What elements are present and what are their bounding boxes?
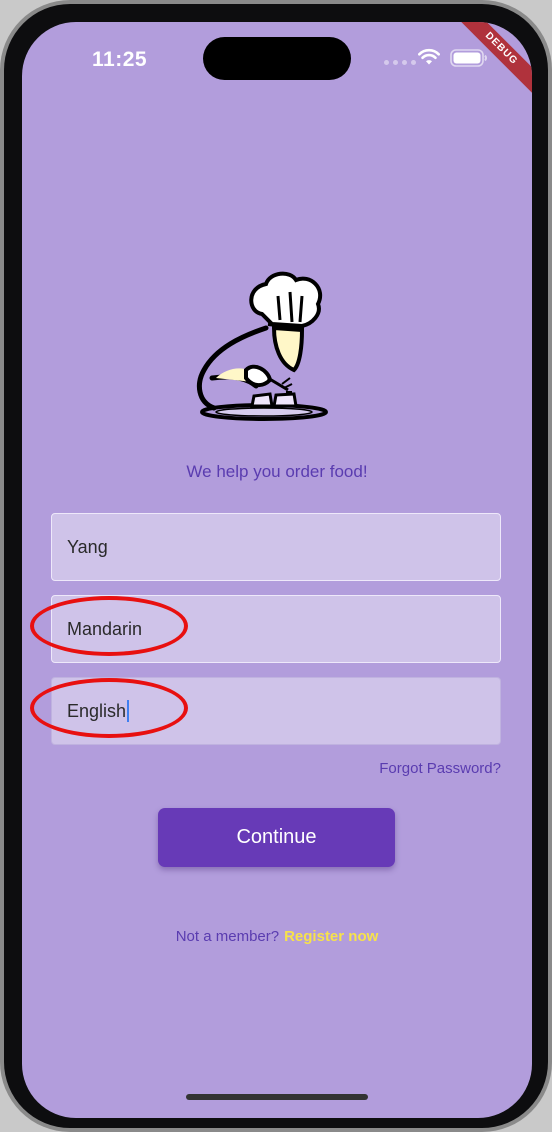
red-circle-annotation — [30, 678, 188, 738]
red-circle-annotation — [30, 596, 188, 656]
dynamic-island — [203, 37, 351, 80]
device-frame: 11:25 DEBUG We help you order food! Yang… — [0, 0, 552, 1132]
continue-button[interactable]: Continue — [158, 808, 395, 867]
device-bezel: 11:25 DEBUG We help you order food! Yang… — [4, 4, 548, 1128]
chef-plating-food-icon — [196, 271, 328, 421]
register-now-link[interactable]: Register now — [284, 928, 378, 945]
forgot-password-link[interactable]: Forgot Password? — [379, 760, 501, 777]
register-prompt-text: Not a member? — [175, 928, 280, 945]
home-indicator[interactable] — [186, 1094, 368, 1100]
tagline: We help you order food! — [186, 462, 368, 481]
wifi-icon — [418, 48, 440, 65]
name-field[interactable]: Yang — [51, 513, 501, 581]
app-screen: 11:25 DEBUG We help you order food! Yang… — [22, 22, 532, 1118]
name-field-value: Yang — [67, 536, 108, 557]
cellular-signal-icon — [384, 60, 416, 65]
status-time: 11:25 — [92, 48, 148, 71]
register-prompt: Not a member? Register now — [22, 928, 532, 945]
battery-icon — [450, 49, 487, 67]
